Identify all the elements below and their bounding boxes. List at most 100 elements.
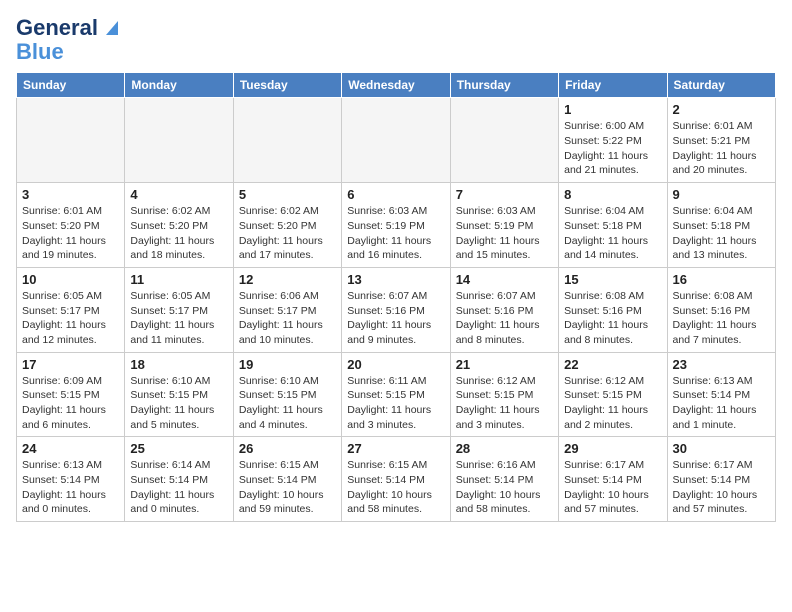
calendar-week-4: 17Sunrise: 6:09 AM Sunset: 5:15 PM Dayli… xyxy=(17,352,776,437)
calendar-cell: 2 Sunrise: 6:01 AM Sunset: 5:21 PM Daylig… xyxy=(667,98,775,183)
calendar-cell: 3 Sunrise: 6:01 AM Sunset: 5:20 PM Daylig… xyxy=(17,183,125,268)
day-number: 5 xyxy=(239,187,336,202)
calendar-cell: 14 Sunrise: 6:07 AM Sunset: 5:16 PM Dayli… xyxy=(450,267,558,352)
day-number: 14 xyxy=(456,272,553,287)
day-info: Sunrise: 6:02 AM Sunset: 5:20 PM Dayligh… xyxy=(130,204,227,263)
calendar-cell: 11 Sunrise: 6:05 AM Sunset: 5:17 PM Dayli… xyxy=(125,267,233,352)
logo-icon xyxy=(100,17,122,39)
day-info: Sunrise: 6:04 AM Sunset: 5:18 PM Dayligh… xyxy=(564,204,661,263)
day-info: Sunrise: 6:07 AM Sunset: 5:16 PM Dayligh… xyxy=(456,289,553,348)
calendar-cell: 15 Sunrise: 6:08 AM Sunset: 5:16 PM Dayli… xyxy=(559,267,667,352)
day-number: 26 xyxy=(239,441,336,456)
logo: General Blue xyxy=(16,16,122,64)
day-number: 15 xyxy=(564,272,661,287)
day-number: 12 xyxy=(239,272,336,287)
day-number: 21 xyxy=(456,357,553,372)
day-info: Sunrise: 6:14 AM Sunset: 5:14 PM Dayligh… xyxy=(130,458,227,517)
day-info: Sunrise: 6:15 AM Sunset: 5:14 PM Dayligh… xyxy=(239,458,336,517)
day-info: Sunrise: 6:04 AM Sunset: 5:18 PM Dayligh… xyxy=(673,204,770,263)
calendar-week-5: 24 Sunrise: 6:13 AM Sunset: 5:14 PM Dayli… xyxy=(17,437,776,522)
day-info: Sunrise: 6:13 AM Sunset: 5:14 PM Dayligh… xyxy=(22,458,119,517)
calendar-cell: 16 Sunrise: 6:08 AM Sunset: 5:16 PM Dayli… xyxy=(667,267,775,352)
calendar-cell: 6Sunrise: 6:03 AM Sunset: 5:19 PM Daylig… xyxy=(342,183,450,268)
calendar-cell: 8 Sunrise: 6:04 AM Sunset: 5:18 PM Daylig… xyxy=(559,183,667,268)
day-number: 30 xyxy=(673,441,770,456)
weekday-header-wednesday: Wednesday xyxy=(342,73,450,98)
weekday-header-friday: Friday xyxy=(559,73,667,98)
calendar-cell: 13 Sunrise: 6:07 AM Sunset: 5:16 PM Dayli… xyxy=(342,267,450,352)
weekday-header-saturday: Saturday xyxy=(667,73,775,98)
calendar-cell: 28Sunrise: 6:16 AM Sunset: 5:14 PM Dayli… xyxy=(450,437,558,522)
calendar-week-2: 3 Sunrise: 6:01 AM Sunset: 5:20 PM Daylig… xyxy=(17,183,776,268)
calendar-cell xyxy=(450,98,558,183)
calendar-cell: 21 Sunrise: 6:12 AM Sunset: 5:15 PM Dayli… xyxy=(450,352,558,437)
day-number: 11 xyxy=(130,272,227,287)
day-number: 28 xyxy=(456,441,553,456)
day-number: 16 xyxy=(673,272,770,287)
calendar-cell: 1 Sunrise: 6:00 AM Sunset: 5:22 PM Daylig… xyxy=(559,98,667,183)
day-info: Sunrise: 6:11 AM Sunset: 5:15 PM Dayligh… xyxy=(347,374,444,433)
day-info: Sunrise: 6:12 AM Sunset: 5:15 PM Dayligh… xyxy=(564,374,661,433)
day-number: 2 xyxy=(673,102,770,117)
day-info: Sunrise: 6:05 AM Sunset: 5:17 PM Dayligh… xyxy=(130,289,227,348)
calendar-cell: 7Sunrise: 6:03 AM Sunset: 5:19 PM Daylig… xyxy=(450,183,558,268)
day-number: 27 xyxy=(347,441,444,456)
weekday-header-thursday: Thursday xyxy=(450,73,558,98)
calendar-cell: 18Sunrise: 6:10 AM Sunset: 5:15 PM Dayli… xyxy=(125,352,233,437)
day-number: 24 xyxy=(22,441,119,456)
calendar-cell: 23Sunrise: 6:13 AM Sunset: 5:14 PM Dayli… xyxy=(667,352,775,437)
day-info: Sunrise: 6:09 AM Sunset: 5:15 PM Dayligh… xyxy=(22,374,119,433)
calendar-cell xyxy=(233,98,341,183)
day-info: Sunrise: 6:07 AM Sunset: 5:16 PM Dayligh… xyxy=(347,289,444,348)
calendar-cell: 29 Sunrise: 6:17 AM Sunset: 5:14 PM Dayli… xyxy=(559,437,667,522)
day-info: Sunrise: 6:01 AM Sunset: 5:20 PM Dayligh… xyxy=(22,204,119,263)
page-header: General Blue xyxy=(16,16,776,64)
calendar-cell: 25 Sunrise: 6:14 AM Sunset: 5:14 PM Dayli… xyxy=(125,437,233,522)
day-info: Sunrise: 6:00 AM Sunset: 5:22 PM Dayligh… xyxy=(564,119,661,178)
calendar-cell: 19 Sunrise: 6:10 AM Sunset: 5:15 PM Dayli… xyxy=(233,352,341,437)
calendar-cell: 10 Sunrise: 6:05 AM Sunset: 5:17 PM Dayli… xyxy=(17,267,125,352)
calendar-week-1: 1 Sunrise: 6:00 AM Sunset: 5:22 PM Daylig… xyxy=(17,98,776,183)
calendar-body: 1 Sunrise: 6:00 AM Sunset: 5:22 PM Daylig… xyxy=(17,98,776,522)
day-number: 13 xyxy=(347,272,444,287)
day-info: Sunrise: 6:12 AM Sunset: 5:15 PM Dayligh… xyxy=(456,374,553,433)
calendar-cell: 12 Sunrise: 6:06 AM Sunset: 5:17 PM Dayli… xyxy=(233,267,341,352)
day-number: 25 xyxy=(130,441,227,456)
calendar-header-row: SundayMondayTuesdayWednesdayThursdayFrid… xyxy=(17,73,776,98)
day-number: 29 xyxy=(564,441,661,456)
logo-blue: Blue xyxy=(16,40,64,64)
day-number: 8 xyxy=(564,187,661,202)
day-info: Sunrise: 6:10 AM Sunset: 5:15 PM Dayligh… xyxy=(130,374,227,433)
calendar-cell: 27 Sunrise: 6:15 AM Sunset: 5:14 PM Dayli… xyxy=(342,437,450,522)
day-number: 10 xyxy=(22,272,119,287)
day-number: 9 xyxy=(673,187,770,202)
day-number: 22 xyxy=(564,357,661,372)
calendar-cell: 20 Sunrise: 6:11 AM Sunset: 5:15 PM Dayli… xyxy=(342,352,450,437)
weekday-header-tuesday: Tuesday xyxy=(233,73,341,98)
day-info: Sunrise: 6:13 AM Sunset: 5:14 PM Dayligh… xyxy=(673,374,770,433)
day-number: 20 xyxy=(347,357,444,372)
day-number: 6 xyxy=(347,187,444,202)
logo-text: General xyxy=(16,16,98,40)
day-number: 1 xyxy=(564,102,661,117)
day-info: Sunrise: 6:05 AM Sunset: 5:17 PM Dayligh… xyxy=(22,289,119,348)
calendar-cell: 5 Sunrise: 6:02 AM Sunset: 5:20 PM Daylig… xyxy=(233,183,341,268)
day-number: 3 xyxy=(22,187,119,202)
day-info: Sunrise: 6:08 AM Sunset: 5:16 PM Dayligh… xyxy=(564,289,661,348)
day-info: Sunrise: 6:15 AM Sunset: 5:14 PM Dayligh… xyxy=(347,458,444,517)
day-info: Sunrise: 6:06 AM Sunset: 5:17 PM Dayligh… xyxy=(239,289,336,348)
day-info: Sunrise: 6:10 AM Sunset: 5:15 PM Dayligh… xyxy=(239,374,336,433)
day-info: Sunrise: 6:08 AM Sunset: 5:16 PM Dayligh… xyxy=(673,289,770,348)
weekday-header-sunday: Sunday xyxy=(17,73,125,98)
calendar-week-3: 10 Sunrise: 6:05 AM Sunset: 5:17 PM Dayli… xyxy=(17,267,776,352)
day-number: 19 xyxy=(239,357,336,372)
day-info: Sunrise: 6:02 AM Sunset: 5:20 PM Dayligh… xyxy=(239,204,336,263)
calendar-table: SundayMondayTuesdayWednesdayThursdayFrid… xyxy=(16,72,776,522)
calendar-cell: 4 Sunrise: 6:02 AM Sunset: 5:20 PM Daylig… xyxy=(125,183,233,268)
calendar-cell xyxy=(125,98,233,183)
day-number: 4 xyxy=(130,187,227,202)
calendar-cell: 24 Sunrise: 6:13 AM Sunset: 5:14 PM Dayli… xyxy=(17,437,125,522)
day-info: Sunrise: 6:03 AM Sunset: 5:19 PM Dayligh… xyxy=(456,204,553,263)
day-info: Sunrise: 6:17 AM Sunset: 5:14 PM Dayligh… xyxy=(564,458,661,517)
day-info: Sunrise: 6:01 AM Sunset: 5:21 PM Dayligh… xyxy=(673,119,770,178)
